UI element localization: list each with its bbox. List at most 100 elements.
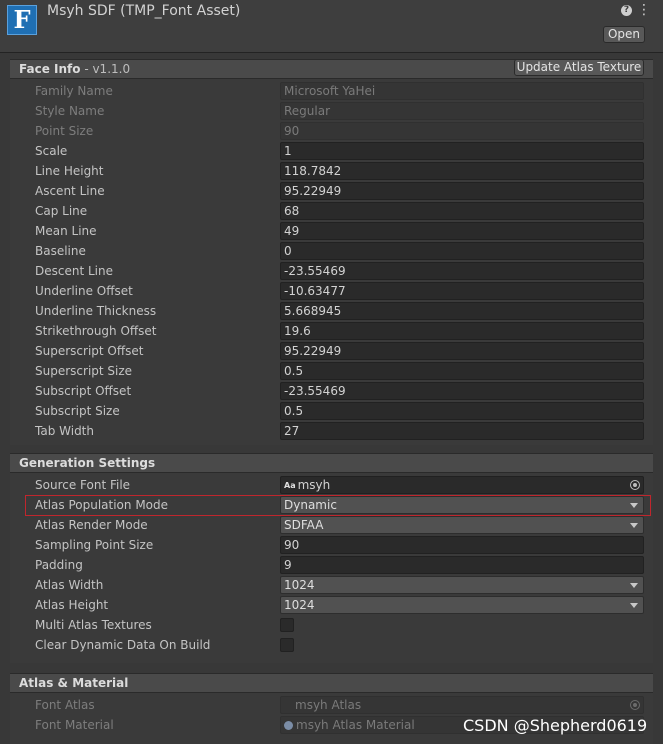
multi-atlas-textures-row: Multi Atlas Textures [0,616,663,636]
help-icon[interactable]: ? [621,5,632,16]
underline-thickness-field[interactable]: 5.668945 [280,302,644,320]
subscript-size-row: Subscript Size 0.5 [0,402,663,422]
sampling-point-size-field[interactable]: 90 [280,536,644,554]
object-picker-icon[interactable] [630,480,640,490]
multi-atlas-textures-label: Multi Atlas Textures [35,618,152,632]
baseline-label: Baseline [35,244,86,258]
scale-row: Scale 1 [0,142,663,162]
face-info-version: - v1.1.0 [80,62,131,76]
padding-row: Padding 9 [0,556,663,576]
atlas-height-value: 1024 [284,598,315,612]
superscript-size-field[interactable]: 0.5 [280,362,644,380]
line-height-label: Line Height [35,164,104,178]
open-button[interactable]: Open [603,26,645,43]
cap-line-label: Cap Line [35,204,88,218]
context-menu-icon[interactable]: ⋮ [637,3,651,17]
atlas-height-label: Atlas Height [35,598,109,612]
point-size-label: Point Size [35,124,94,138]
mean-line-field[interactable]: 49 [280,222,644,240]
atlas-height-row: Atlas Height 1024 [0,596,663,616]
csdn-watermark: CSDN @Shepherd0619 [463,716,648,735]
source-font-file-field[interactable]: Aa msyh [280,476,644,494]
cap-line-field[interactable]: 68 [280,202,644,220]
highlight-box [25,495,651,516]
subscript-size-field[interactable]: 0.5 [280,402,644,420]
underline-offset-row: Underline Offset -10.63477 [0,282,663,302]
atlas-width-label: Atlas Width [35,578,104,592]
atlas-material-header[interactable]: Atlas & Material [10,673,653,693]
atlas-render-mode-label: Atlas Render Mode [35,518,148,532]
font-atlas-row: Font Atlas msyh Atlas [0,696,663,716]
atlas-render-mode-row: Atlas Render Mode SDFAA [0,516,663,536]
generation-settings-title: Generation Settings [19,456,156,470]
chevron-down-icon [630,523,638,528]
source-font-file-label: Source Font File [35,478,131,492]
sampling-point-size-row: Sampling Point Size 90 [0,536,663,556]
atlas-render-mode-value: SDFAA [284,518,324,532]
atlas-material-title: Atlas & Material [19,676,129,690]
multi-atlas-textures-checkbox[interactable] [280,618,294,632]
descent-line-field[interactable]: -23.55469 [280,262,644,280]
style-name-label: Style Name [35,104,105,118]
superscript-size-label: Superscript Size [35,364,133,378]
style-name-row: Style Name Regular [0,102,663,122]
underline-thickness-row: Underline Thickness 5.668945 [0,302,663,322]
superscript-offset-label: Superscript Offset [35,344,144,358]
font-atlas-label: Font Atlas [35,698,95,712]
font-material-value: msyh Atlas Material [296,718,415,732]
inspector-header: F Msyh SDF (TMP_Font Asset) ? ⋮ Open [0,0,663,53]
font-atlas-value: msyh Atlas [295,698,362,712]
mean-line-label: Mean Line [35,224,97,238]
descent-line-label: Descent Line [35,264,113,278]
tab-width-field[interactable]: 27 [280,422,644,440]
strikethrough-offset-row: Strikethrough Offset 19.6 [0,322,663,342]
object-picker-icon [630,700,640,710]
face-info-title: Face Info [19,62,81,76]
atlas-width-row: Atlas Width 1024 [0,576,663,596]
source-font-file-row: Source Font File Aa msyh [0,476,663,496]
update-atlas-texture-button[interactable]: Update Atlas Texture [514,59,644,76]
superscript-offset-row: Superscript Offset 95.22949 [0,342,663,362]
padding-label: Padding [35,558,83,572]
underline-thickness-label: Underline Thickness [35,304,157,318]
material-icon [284,721,293,730]
font-atlas-field: msyh Atlas [280,696,644,714]
family-name-label: Family Name [35,84,113,98]
line-height-field[interactable]: 118.7842 [280,162,644,180]
descent-line-row: Descent Line -23.55469 [0,262,663,282]
cap-line-row: Cap Line 68 [0,202,663,222]
tab-width-row: Tab Width 27 [0,422,663,442]
scale-field[interactable]: 1 [280,142,644,160]
tab-width-label: Tab Width [35,424,94,438]
atlas-render-mode-dropdown[interactable]: SDFAA [280,516,644,534]
superscript-offset-field[interactable]: 95.22949 [280,342,644,360]
ascent-line-row: Ascent Line 95.22949 [0,182,663,202]
font-material-label: Font Material [35,718,114,732]
asset-title: Msyh SDF (TMP_Font Asset) [47,3,241,19]
line-height-row: Line Height 118.7842 [0,162,663,182]
clear-dynamic-data-checkbox[interactable] [280,638,294,652]
padding-field[interactable]: 9 [280,556,644,574]
scale-label: Scale [35,144,68,158]
ascent-line-field[interactable]: 95.22949 [280,182,644,200]
generation-settings-header[interactable]: Generation Settings [10,453,653,473]
strikethrough-offset-label: Strikethrough Offset [35,324,157,338]
mean-line-row: Mean Line 49 [0,222,663,242]
subscript-offset-row: Subscript Offset -23.55469 [0,382,663,402]
strikethrough-offset-field[interactable]: 19.6 [280,322,644,340]
subscript-size-label: Subscript Size [35,404,120,418]
baseline-field[interactable]: 0 [280,242,644,260]
chevron-down-icon [630,583,638,588]
subscript-offset-label: Subscript Offset [35,384,132,398]
family-name-field: Microsoft YaHei [280,82,644,100]
font-asset-icon: F [7,5,37,35]
point-size-field: 90 [280,122,644,140]
clear-dynamic-data-label: Clear Dynamic Data On Build [35,638,211,652]
atlas-height-dropdown[interactable]: 1024 [280,596,644,614]
underline-offset-label: Underline Offset [35,284,133,298]
subscript-offset-field[interactable]: -23.55469 [280,382,644,400]
atlas-width-dropdown[interactable]: 1024 [280,576,644,594]
underline-offset-field[interactable]: -10.63477 [280,282,644,300]
chevron-down-icon [630,603,638,608]
style-name-field: Regular [280,102,644,120]
